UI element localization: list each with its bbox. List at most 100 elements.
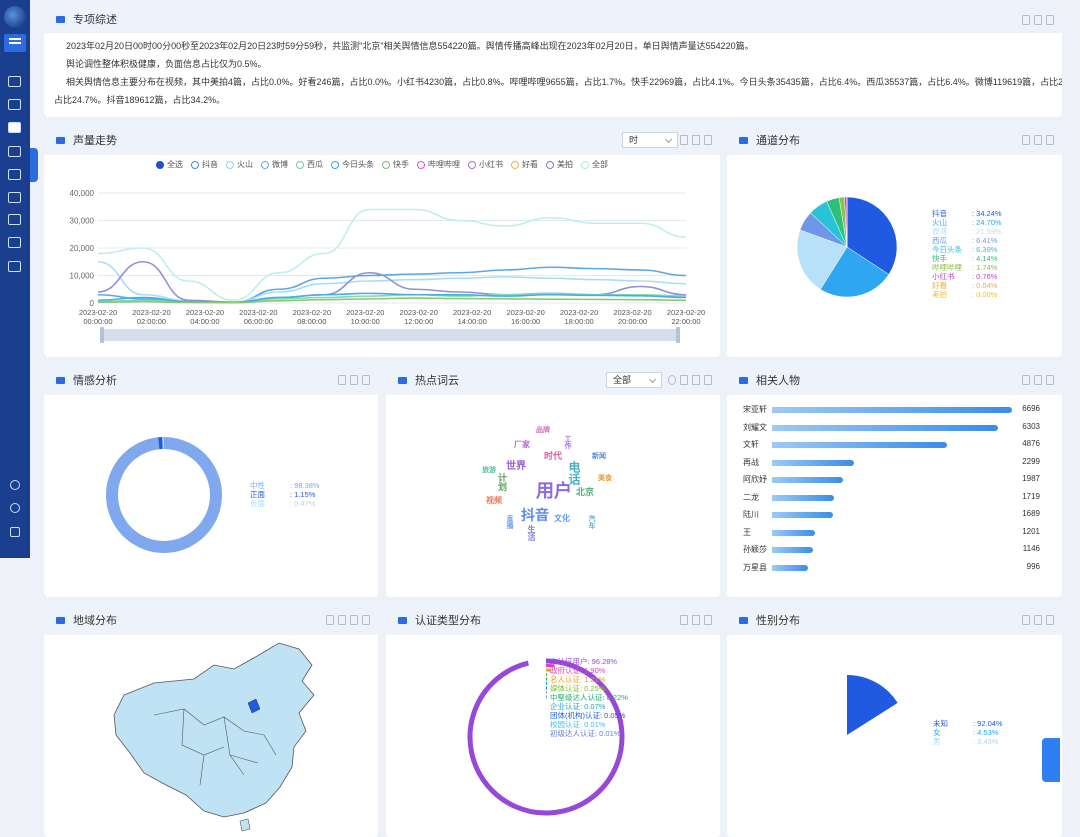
delete-icon[interactable] xyxy=(1022,375,1030,385)
logout-icon[interactable] xyxy=(10,527,20,537)
person-row[interactable]: 刘耀文 6303 xyxy=(727,420,1062,436)
nav-analysis-icon[interactable] xyxy=(8,146,21,157)
legend-item[interactable]: 媒体认证: 0.25% xyxy=(550,684,628,693)
delete-icon[interactable] xyxy=(338,615,346,625)
copy-icon[interactable] xyxy=(362,615,370,625)
delete-icon[interactable] xyxy=(1022,615,1030,625)
copy-icon[interactable] xyxy=(1046,375,1054,385)
cloud-word[interactable]: 北京 xyxy=(576,485,594,498)
legend-item[interactable]: 初级达人认证: 0.01% xyxy=(550,729,628,738)
legend-item[interactable]: 企业认证: 0.07% xyxy=(550,702,628,711)
cloud-word[interactable]: 生活 xyxy=(526,525,537,541)
person-row[interactable]: 孙颖莎 1146 xyxy=(727,542,1062,558)
nav-list-icon[interactable] xyxy=(8,99,21,110)
wordcloud-filter-select[interactable]: 全部 xyxy=(606,372,662,388)
legend-item[interactable]: 女: 4.53% xyxy=(933,728,1003,737)
copy-icon[interactable] xyxy=(1046,135,1054,145)
person-row[interactable]: 再战 2299 xyxy=(727,455,1062,471)
export-icon[interactable] xyxy=(350,375,358,385)
copy-icon[interactable] xyxy=(704,135,712,145)
cloud-word[interactable]: 视频 xyxy=(486,495,502,506)
legend-item[interactable]: 负面: 0.47% xyxy=(250,499,320,508)
cloud-word[interactable]: 旅游 xyxy=(482,465,496,475)
person-row[interactable]: 阿欣妤 1987 xyxy=(727,472,1062,488)
export-icon[interactable] xyxy=(1034,375,1042,385)
legend-item[interactable]: 微博: 21.59% xyxy=(932,227,1002,236)
legend-item[interactable]: 名人认证: 1.21% xyxy=(550,675,628,684)
export-icon[interactable] xyxy=(1034,615,1042,625)
settings-icon[interactable] xyxy=(668,375,676,385)
copy-icon[interactable] xyxy=(1046,615,1054,625)
sidebar-collapse-tab[interactable] xyxy=(30,148,38,182)
person-row[interactable]: 王 1201 xyxy=(727,525,1062,541)
export-icon[interactable] xyxy=(692,615,700,625)
copy-icon[interactable] xyxy=(362,375,370,385)
export-icon[interactable] xyxy=(692,375,700,385)
delete-icon[interactable] xyxy=(1022,135,1030,145)
legend-item[interactable]: 未知: 92.04% xyxy=(933,719,1003,728)
legend-item[interactable]: 未认证用户: 96.28% xyxy=(550,657,628,666)
cloud-word[interactable]: 美食 xyxy=(598,473,612,483)
cloud-word[interactable]: 工作 xyxy=(562,435,572,449)
chart-float-icon[interactable] xyxy=(1042,738,1060,760)
legend-item[interactable]: 小红书: 0.76% xyxy=(932,272,1002,281)
cloud-word[interactable]: 电话 xyxy=(566,461,583,485)
legend-item[interactable]: 火山: 24.70% xyxy=(932,218,1002,227)
person-row[interactable]: 万星县 996 xyxy=(727,560,1062,576)
delete-icon[interactable] xyxy=(680,135,688,145)
notification-icon[interactable] xyxy=(10,480,20,490)
cloud-word[interactable]: 品牌 xyxy=(536,425,550,435)
legend-item[interactable]: 男: 3.43% xyxy=(933,737,1003,746)
legend-item[interactable]: 哔哩哔哩: 1.74% xyxy=(932,263,1002,272)
delete-icon[interactable] xyxy=(1022,15,1030,25)
legend-item[interactable]: 西瓜: 6.41% xyxy=(932,236,1002,245)
export-icon[interactable] xyxy=(1034,15,1042,25)
cloud-word[interactable]: 厂家 xyxy=(514,439,530,450)
nav-search-icon[interactable] xyxy=(8,214,21,225)
cloud-word[interactable]: 世界 xyxy=(506,457,526,472)
legend-item[interactable]: 好看: 0.04% xyxy=(932,281,1002,290)
person-row[interactable]: 宋亚轩 6696 xyxy=(727,402,1062,418)
nav-document-icon[interactable] xyxy=(8,192,21,203)
legend-item[interactable]: 政府认证: 1.90% xyxy=(550,666,628,675)
cloud-word[interactable]: 文化 xyxy=(554,513,570,524)
delete-icon[interactable] xyxy=(338,375,346,385)
nav-report-icon[interactable] xyxy=(8,122,21,133)
nav-screen-icon[interactable] xyxy=(8,237,21,248)
cloud-word[interactable]: 计划 xyxy=(496,473,509,491)
cloud-word[interactable]: 新闻 xyxy=(592,451,606,461)
person-row[interactable]: 文轩 4876 xyxy=(727,437,1062,453)
cloud-word[interactable]: 时代 xyxy=(544,449,562,462)
legend-item[interactable]: 正面: 1.15% xyxy=(250,490,320,499)
delete-icon[interactable] xyxy=(680,615,688,625)
nav-dashboard-icon[interactable] xyxy=(8,76,21,87)
copy-icon[interactable] xyxy=(704,615,712,625)
nav-settings-icon[interactable] xyxy=(8,261,21,272)
export-icon[interactable] xyxy=(692,135,700,145)
legend-item[interactable]: 今日头条: 6.39% xyxy=(932,245,1002,254)
legend-item[interactable]: 团体(机构)认证: 0.05% xyxy=(550,711,628,720)
export-icon[interactable] xyxy=(350,615,358,625)
user-icon[interactable] xyxy=(10,503,20,513)
copy-icon[interactable] xyxy=(1046,15,1054,25)
export-icon[interactable] xyxy=(1034,135,1042,145)
legend-item[interactable]: 中性: 98.38% xyxy=(250,481,320,490)
legend-item[interactable]: 美拍: 0.00% xyxy=(932,290,1002,299)
copy-icon[interactable] xyxy=(704,375,712,385)
person-row[interactable]: 二龙 1719 xyxy=(727,490,1062,506)
person-row[interactable]: 陆川 1689 xyxy=(727,507,1062,523)
cloud-word[interactable]: 抖音 xyxy=(521,505,549,525)
legend-item[interactable]: 中堅级达人认证: 0.22% xyxy=(550,693,628,702)
granularity-select[interactable]: 时 xyxy=(622,132,678,148)
menu-toggle-icon[interactable] xyxy=(4,34,26,52)
nav-monitor-icon[interactable] xyxy=(8,169,21,180)
cloud-word[interactable]: 直播 xyxy=(504,515,514,529)
legend-item[interactable]: 校园认证: 0.01% xyxy=(550,720,628,729)
legend-item[interactable]: 抖音: 34.24% xyxy=(932,209,1002,218)
print-float-icon[interactable] xyxy=(1042,760,1060,782)
legend-item[interactable]: 快手: 4.14% xyxy=(932,254,1002,263)
enter-icon[interactable] xyxy=(326,615,334,625)
cloud-word[interactable]: 汽车 xyxy=(586,515,596,529)
delete-icon[interactable] xyxy=(680,375,688,385)
legend-value: : 0.76% xyxy=(972,272,998,281)
